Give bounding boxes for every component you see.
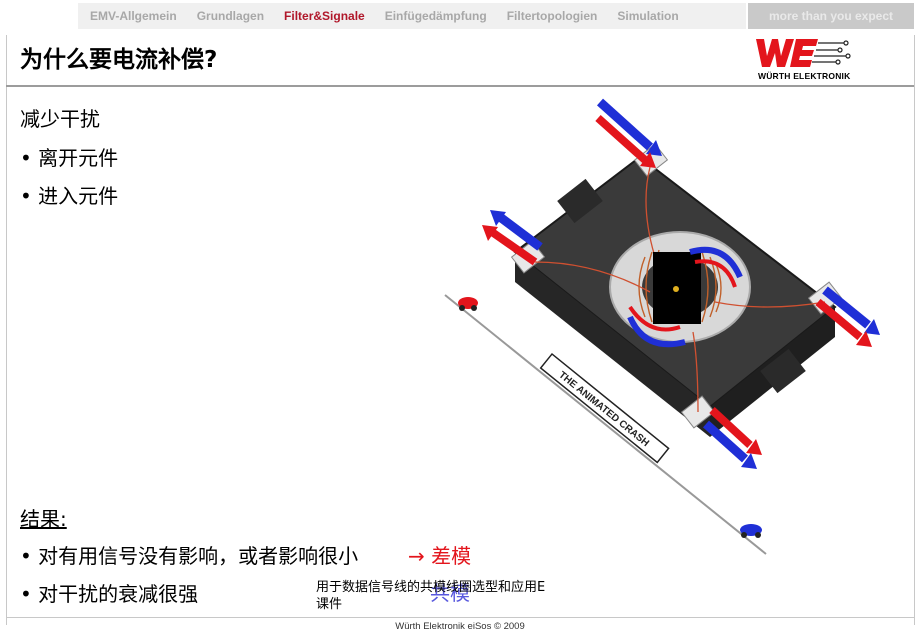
caption-line-2: 课件	[316, 597, 343, 612]
result-bullet-useful-signal: • 对有用信号没有影响，或者影响很小	[20, 544, 359, 568]
tab-emv-allgemein[interactable]: EMV-Allgemein	[80, 9, 187, 23]
bullet-leave-component: • 离开元件	[20, 146, 119, 170]
tab-filter-signale[interactable]: Filter&Signale	[274, 9, 375, 23]
brand-tagline: more than you expect	[748, 3, 914, 29]
result-bullet-attenuation: • 对干扰的衰减很强	[20, 582, 199, 606]
watermark-caption: 用于数据信号线的共模线圈选型和应用E 课件	[316, 579, 545, 613]
common-mode-choke-illustration: THE ANIMATED CRASH	[444, 98, 880, 555]
road-sign-text: THE ANIMATED CRASH	[556, 370, 651, 450]
right-frame-line	[914, 35, 915, 625]
caption-line-1: 用于数据信号线的共模线圈选型和应用E	[316, 580, 546, 595]
tab-simulation[interactable]: Simulation	[607, 9, 688, 23]
result-heading: 结果:	[20, 507, 67, 531]
title-divider	[6, 85, 914, 87]
footer-divider	[6, 617, 914, 618]
section-tabs: EMV-Allgemein Grundlagen Filter&Signale …	[78, 3, 746, 29]
blue-car-icon	[740, 524, 762, 538]
heading-reduce-interference: 减少干扰	[20, 107, 100, 131]
tab-grundlagen[interactable]: Grundlagen	[187, 9, 274, 23]
tab-einfuegedaempfung[interactable]: Einfügedämpfung	[375, 9, 497, 23]
left-frame-line	[6, 35, 7, 625]
bullet-enter-component: • 进入元件	[20, 184, 119, 208]
footer-copyright: Würth Elektronik eiSos © 2009	[395, 621, 525, 632]
top-navigation-bar: EMV-Allgemein Grundlagen Filter&Signale …	[0, 0, 920, 32]
logo-wordmark: WÜRTH ELEKTRONIK	[758, 71, 851, 81]
red-car-icon	[458, 297, 478, 311]
tab-filtertopologien[interactable]: Filtertopologien	[497, 9, 608, 23]
slide-title: 为什么要电流补偿?	[20, 47, 218, 73]
